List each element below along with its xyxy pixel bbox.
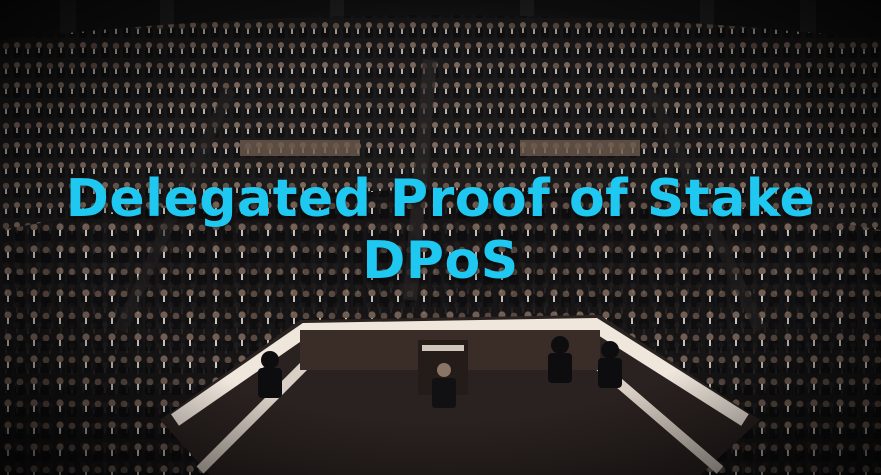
title-line-abbreviation: DPoS xyxy=(362,231,519,291)
photo-scene: Delegated Proof of Stake DPoS xyxy=(0,0,881,475)
title-line-main: Delegated Proof of Stake xyxy=(65,169,816,229)
overlay-title: Delegated Proof of Stake DPoS xyxy=(0,168,881,292)
